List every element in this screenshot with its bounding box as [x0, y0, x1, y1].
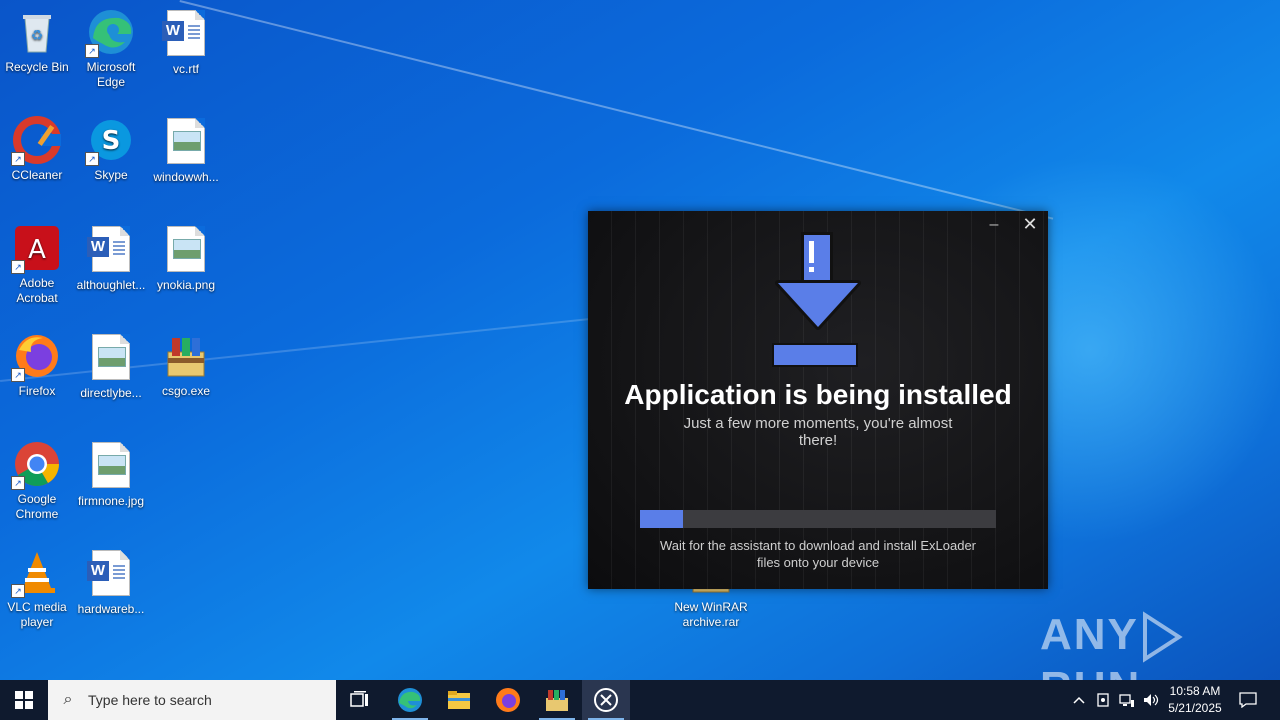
progress-bar [640, 510, 996, 528]
icon-label: althoughlet... [76, 278, 146, 292]
installer-note: Wait for the assistant to download and i… [659, 538, 977, 570]
svg-text:A: A [28, 235, 46, 265]
notification-icon [1239, 692, 1257, 708]
clock-date: 5/21/2025 [1168, 701, 1222, 715]
desktop-icon-althoughlet[interactable]: W althoughlet... [73, 224, 149, 293]
desktop-icon-windowwh[interactable]: windowwh... [148, 116, 224, 185]
desktop-icon-vlc[interactable]: ↗ VLC media player [0, 548, 75, 630]
firefox-icon [496, 688, 520, 712]
icon-label: VLC media player [7, 600, 67, 629]
desktop-icon-recycle-bin[interactable]: ♻ Recycle Bin [0, 8, 75, 75]
icon-label: Firefox [18, 384, 56, 398]
icon-label: csgo.exe [161, 384, 211, 398]
icon-label: New WinRAR archive.rar [674, 600, 748, 629]
skype-icon: S ↗ [85, 116, 135, 166]
icon-label: ynokia.png [156, 278, 216, 292]
search-icon: ⌕ [63, 691, 73, 708]
taskbar-search-box[interactable]: ⌕ Type here to search [48, 680, 336, 720]
search-placeholder: Type here to search [88, 692, 212, 708]
installer-title: Application is being installed [624, 379, 1012, 410]
word-document-icon: W [87, 550, 135, 598]
tray-app-button[interactable] [1092, 680, 1114, 720]
word-document-icon: W [87, 226, 135, 274]
desktop-icon-firmnone[interactable]: firmnone.jpg [73, 440, 149, 509]
taskbar: ⌕ Type here to search 10:58 AM 5/21/2025 [0, 680, 1280, 720]
chrome-icon: ↗ [11, 440, 61, 490]
winrar-archive-icon [162, 332, 210, 380]
play-icon [1142, 611, 1183, 664]
wallpaper-beam [179, 0, 1054, 220]
icon-label: Skype [94, 168, 128, 182]
task-view-button[interactable] [336, 680, 384, 720]
icon-label: CCleaner [11, 168, 63, 182]
image-file-icon [87, 334, 135, 382]
desktop-icon-hardwareb[interactable]: W hardwareb... [73, 548, 149, 617]
desktop-icon-skype[interactable]: S ↗ Skype [73, 116, 149, 183]
task-view-icon [350, 691, 368, 707]
progress-fill [640, 510, 683, 528]
installer-window: – ✕ Application is being installed Just … [588, 211, 1048, 589]
download-arrow-icon [772, 232, 861, 367]
icon-label: Adobe Acrobat [16, 276, 58, 305]
desktop-icon-google-chrome[interactable]: ↗ Google Chrome [0, 440, 75, 522]
image-file-icon [87, 442, 135, 490]
svg-text:S: S [102, 126, 121, 156]
taskbar-winrar[interactable] [533, 680, 581, 720]
show-hidden-icons-button[interactable] [1068, 680, 1090, 720]
icon-label: firmnone.jpg [77, 494, 145, 508]
icon-label: Recycle Bin [5, 60, 69, 74]
tray-app-icon [1097, 693, 1109, 707]
vlc-icon: ↗ [11, 548, 61, 598]
desktop-icon-adobe-acrobat[interactable]: A ↗ Adobe Acrobat [0, 224, 75, 306]
icon-label: Google Chrome [15, 492, 59, 521]
desktop-icon-csgo[interactable]: csgo.exe [148, 332, 224, 399]
firefox-icon: ↗ [11, 332, 61, 382]
word-document-icon: W [162, 10, 210, 58]
desktop-icon-ynokia[interactable]: ynokia.png [148, 224, 224, 293]
installer-subtitle: Just a few more moments, you're almost t… [683, 415, 953, 449]
notifications-button[interactable] [1234, 680, 1262, 720]
network-icon [1119, 694, 1134, 707]
desktop-icon-firefox[interactable]: ↗ Firefox [0, 332, 75, 399]
volume-button[interactable] [1140, 680, 1162, 720]
edge-icon: ↗ [85, 8, 135, 58]
desktop-icon-microsoft-edge[interactable]: ↗ Microsoft Edge [73, 8, 149, 90]
anyrun-watermark: ANYRUN [1040, 610, 1240, 712]
icon-label: hardwareb... [77, 602, 145, 616]
desktop-icon-ccleaner[interactable]: ↗ CCleaner [0, 116, 75, 183]
exloader-icon [594, 688, 618, 712]
clock-time: 10:58 AM [1169, 684, 1221, 698]
taskbar-edge[interactable] [386, 680, 434, 720]
windows-logo-icon [15, 691, 33, 709]
recycle-bin-icon: ♻ [13, 8, 61, 56]
desktop-icon-vc-rtf[interactable]: W vc.rtf [148, 8, 224, 77]
close-button[interactable]: ✕ [1022, 215, 1038, 233]
edge-icon [398, 688, 422, 712]
ccleaner-icon: ↗ [11, 116, 61, 166]
watermark-text-left: ANY [1040, 610, 1139, 659]
taskbar-file-explorer[interactable] [435, 680, 483, 720]
image-file-icon [162, 226, 210, 274]
icon-label: windowwh... [153, 170, 219, 184]
speaker-icon [1144, 694, 1159, 706]
minimize-button[interactable]: – [986, 217, 1002, 233]
file-explorer-icon [448, 691, 470, 709]
icon-label: vc.rtf [173, 62, 199, 76]
icon-label: Microsoft Edge [86, 60, 136, 89]
chevron-up-icon [1073, 696, 1085, 704]
adobe-acrobat-icon: A ↗ [11, 224, 61, 274]
desktop-icon-directlybe[interactable]: directlybe... [73, 332, 149, 401]
image-file-icon [162, 118, 210, 166]
taskbar-exloader[interactable] [582, 680, 630, 720]
start-button[interactable] [0, 680, 48, 720]
network-button[interactable] [1116, 680, 1138, 720]
clock[interactable]: 10:58 AM 5/21/2025 [1160, 683, 1230, 717]
taskbar-firefox[interactable] [484, 680, 532, 720]
winrar-icon [546, 690, 568, 711]
svg-text:♻: ♻ [31, 27, 44, 43]
icon-label: directlybe... [80, 386, 142, 400]
